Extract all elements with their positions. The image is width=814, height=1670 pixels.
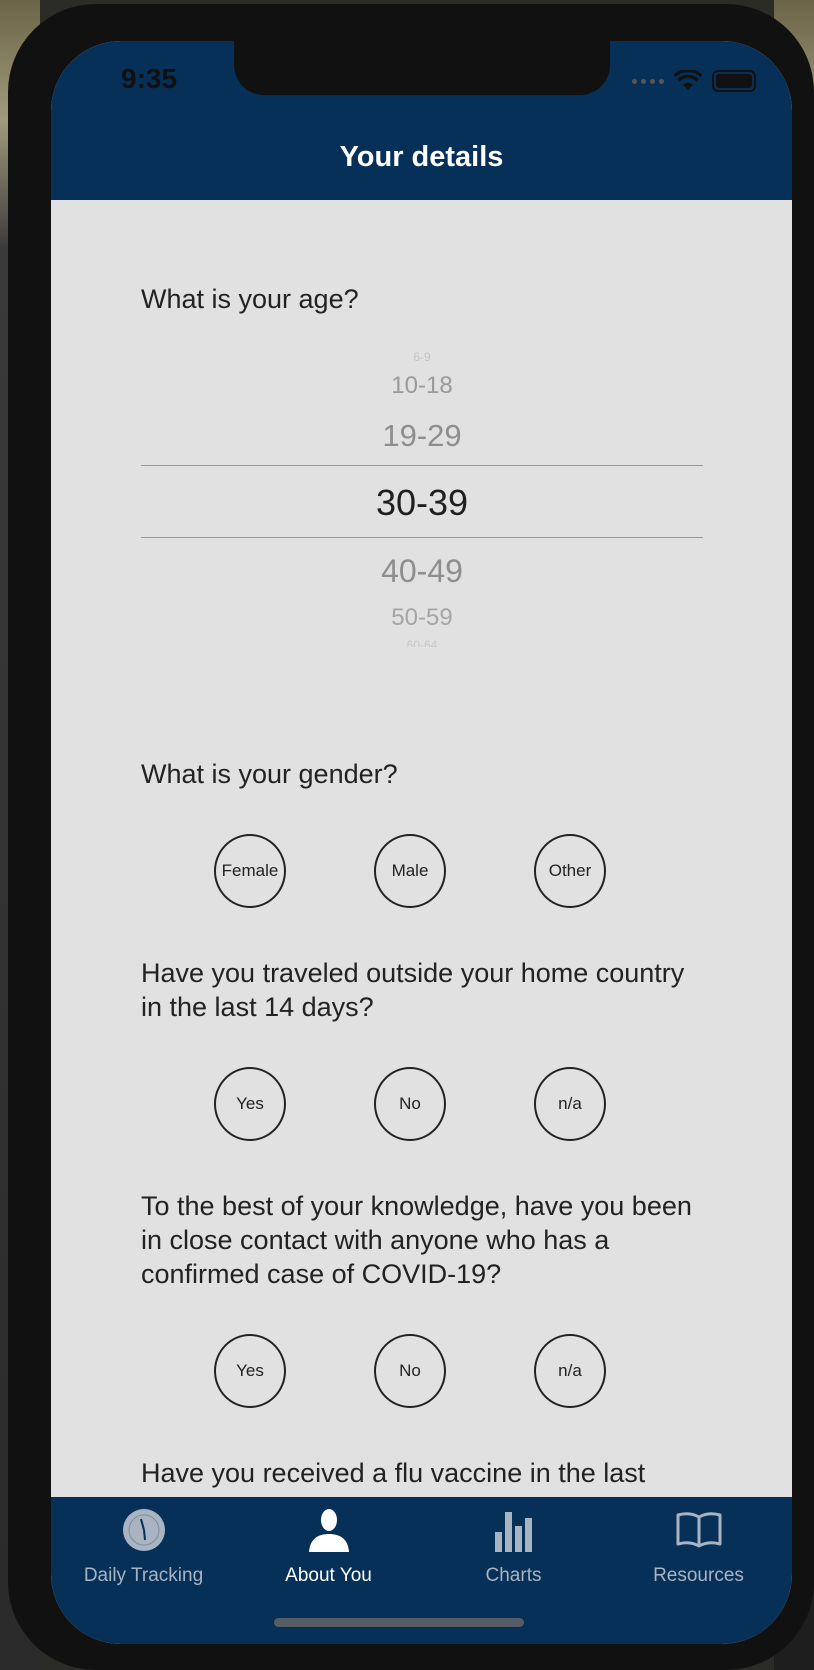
travel-na-button[interactable]: n/a bbox=[534, 1067, 606, 1141]
wifi-icon bbox=[674, 70, 702, 90]
age-option[interactable]: 60-64 bbox=[141, 638, 703, 647]
cellular-signal-icon bbox=[632, 78, 664, 84]
device-notch bbox=[234, 41, 610, 95]
phone-frame: 9:35 Your details What is your age? 6-9 … bbox=[8, 4, 814, 1670]
home-indicator[interactable] bbox=[274, 1618, 524, 1627]
travel-question: Have you traveled outside your home coun… bbox=[141, 958, 685, 1022]
age-picker[interactable]: 6-9 10-18 19-29 30-39 40-49 50-59 60-64 bbox=[141, 350, 703, 660]
gender-female-button[interactable]: Female bbox=[214, 834, 286, 908]
age-option[interactable]: 50-59 bbox=[141, 604, 703, 632]
travel-options: Yes No n/a bbox=[51, 1067, 792, 1141]
clock-icon bbox=[121, 1507, 167, 1553]
age-option-selected[interactable]: 30-39 bbox=[141, 482, 703, 524]
gender-options: Female Male Other bbox=[51, 834, 792, 908]
age-question: What is your age? bbox=[141, 284, 359, 314]
flu-question: Have you received a flu vaccine in the l… bbox=[141, 1458, 646, 1488]
nav-header: 9:35 Your details bbox=[51, 41, 792, 200]
picker-divider-top bbox=[141, 465, 703, 466]
bar-chart-icon bbox=[494, 1507, 534, 1553]
battery-icon bbox=[712, 70, 756, 92]
tab-label: About You bbox=[285, 1565, 372, 1586]
travel-yes-button[interactable]: Yes bbox=[214, 1067, 286, 1141]
age-option[interactable]: 10-18 bbox=[141, 372, 703, 400]
travel-no-button[interactable]: No bbox=[374, 1067, 446, 1141]
tab-daily-tracking[interactable]: Daily Tracking bbox=[51, 1497, 236, 1607]
book-icon bbox=[676, 1507, 722, 1553]
tab-resources[interactable]: Resources bbox=[606, 1497, 791, 1607]
contact-options: Yes No n/a bbox=[51, 1334, 792, 1408]
contact-question: To the best of your knowledge, have you … bbox=[141, 1191, 692, 1289]
details-form: What is your age? 6-9 10-18 19-29 30-39 … bbox=[51, 200, 792, 1497]
tab-charts[interactable]: Charts bbox=[421, 1497, 606, 1607]
tab-label: Resources bbox=[653, 1565, 744, 1586]
tab-label: Daily Tracking bbox=[83, 1565, 204, 1586]
picker-divider-bottom bbox=[141, 537, 703, 538]
page-title: Your details bbox=[339, 141, 504, 173]
age-option[interactable]: 19-29 bbox=[141, 418, 703, 454]
tab-label: Charts bbox=[485, 1565, 542, 1586]
person-icon bbox=[307, 1507, 351, 1553]
contact-yes-button[interactable]: Yes bbox=[214, 1334, 286, 1408]
app-screen: 9:35 Your details What is your age? 6-9 … bbox=[51, 41, 792, 1644]
gender-question: What is your gender? bbox=[141, 759, 398, 789]
age-option[interactable]: 6-9 bbox=[141, 350, 703, 364]
gender-other-button[interactable]: Other bbox=[534, 834, 606, 908]
status-time: 9:35 bbox=[121, 63, 178, 94]
status-icons bbox=[632, 69, 756, 93]
gender-male-button[interactable]: Male bbox=[374, 834, 446, 908]
contact-na-button[interactable]: n/a bbox=[534, 1334, 606, 1408]
age-option[interactable]: 40-49 bbox=[141, 553, 703, 590]
contact-no-button[interactable]: No bbox=[374, 1334, 446, 1408]
tab-about-you[interactable]: About You bbox=[236, 1497, 421, 1607]
